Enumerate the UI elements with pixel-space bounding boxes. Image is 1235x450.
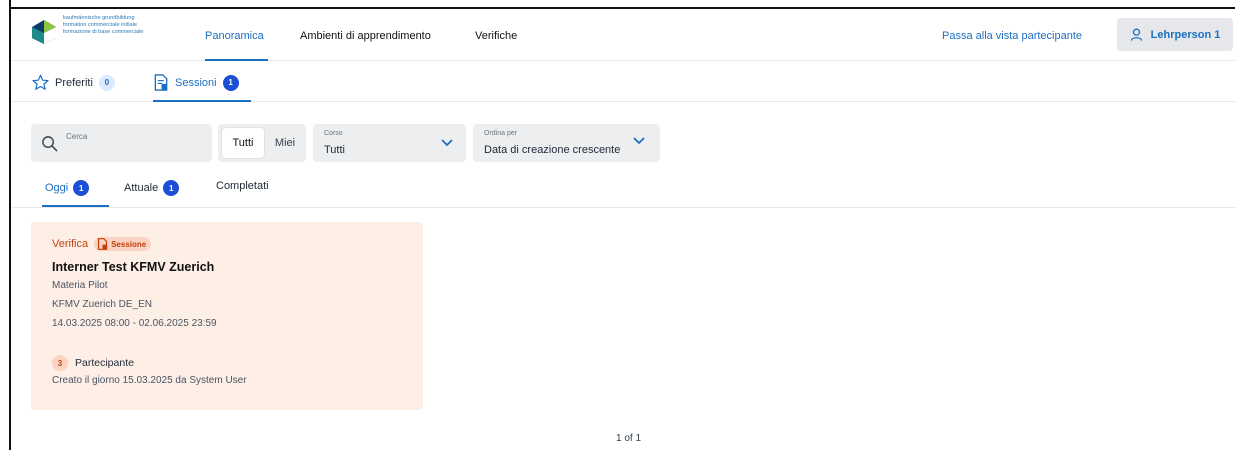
subnav-active-indicator — [153, 100, 251, 102]
top-navigation-bar: kaufmännische grundbildung formation com… — [11, 9, 1235, 61]
logo-text-line: formation commerciale initiale — [63, 21, 137, 28]
tab-sessioni-label: Sessioni — [175, 76, 217, 89]
nav-ambienti-di-apprendimento[interactable]: Ambienti di apprendimento — [300, 30, 431, 42]
favorites-count-badge: 0 — [98, 74, 115, 91]
course-select[interactable]: Corso Tutti — [313, 124, 466, 162]
card-created-info: Creato il giorno 15.03.2025 da System Us… — [52, 375, 247, 386]
sort-select-value: Data di creazione crescente — [484, 144, 621, 156]
tab-attuale-count: 1 — [163, 180, 180, 196]
chevron-down-icon — [633, 137, 645, 145]
card-class: KFMV Zuerich DE_EN — [52, 299, 153, 310]
tab-oggi-label: Oggi — [45, 182, 69, 194]
participants-label: Partecipante — [75, 357, 134, 369]
scope-option-mine[interactable]: Miei — [268, 128, 302, 158]
nav-verifiche[interactable]: Verifiche — [475, 30, 517, 42]
card-type-row: Verifica Sessione — [52, 237, 152, 251]
tab-attuale[interactable]: Attuale 1 — [124, 180, 180, 196]
secondary-navigation-bar: Preferiti 0 Sessioni 1 — [11, 62, 1235, 102]
tab-oggi-count: 1 — [73, 180, 90, 196]
tab-active-indicator — [42, 205, 109, 207]
sort-select-label: Ordina per — [484, 130, 518, 137]
card-subject: Materia Pilot — [52, 280, 108, 291]
session-badge-label: Sessione — [111, 239, 147, 249]
nav-panoramica[interactable]: Panoramica — [205, 30, 264, 42]
scope-toggle: Tutti Miei — [218, 124, 306, 162]
session-badge: Sessione — [94, 237, 152, 251]
course-select-value: Tutti — [324, 144, 345, 156]
nav-active-indicator — [205, 59, 268, 61]
participants-count-badge: 3 — [52, 355, 68, 371]
card-type-label: Verifica — [52, 238, 89, 250]
chevron-down-icon — [441, 139, 453, 147]
tab-sessioni[interactable]: Sessioni 1 — [153, 74, 239, 91]
search-input[interactable]: Cerca — [31, 124, 212, 162]
logo-text: kaufmännische grundbildung formation com… — [63, 15, 144, 35]
logo-icon[interactable] — [31, 19, 57, 45]
document-icon — [154, 74, 168, 91]
logo-text-line: kaufmännische grundbildung — [63, 15, 135, 21]
scope-option-all[interactable]: Tutti — [222, 128, 264, 158]
document-icon — [97, 238, 108, 250]
tab-completati[interactable]: Completati — [216, 180, 269, 192]
user-icon — [1130, 28, 1142, 41]
search-icon — [42, 136, 58, 152]
switch-to-participant-view-link[interactable]: Passa alla vista partecipante — [942, 30, 1082, 42]
tab-attuale-label: Attuale — [124, 182, 159, 194]
card-period: 14.03.2025 08:00 - 02.06.2025 23:59 — [52, 318, 217, 329]
star-icon — [32, 74, 49, 90]
tab-preferiti[interactable]: Preferiti 0 — [32, 74, 115, 91]
user-menu-button[interactable]: Lehrperson 1 — [1117, 18, 1233, 51]
search-placeholder: Cerca — [66, 132, 88, 141]
status-tabs: Oggi 1 Attuale 1 Completati — [11, 172, 1235, 208]
sort-select[interactable]: Ordina per Data di creazione crescente — [473, 124, 660, 162]
course-select-label: Corso — [324, 130, 343, 137]
pagination-info: 1 of 1 — [616, 433, 642, 444]
tab-oggi[interactable]: Oggi 1 — [45, 180, 90, 196]
card-title: Interner Test KFMV Zuerich — [52, 260, 215, 274]
sessions-count-badge: 1 — [222, 74, 239, 91]
session-card[interactable]: Verifica Sessione Interner Test KFMV Zue… — [31, 222, 423, 410]
tab-completati-label: Completati — [216, 180, 269, 192]
user-name: Lehrperson 1 — [1150, 28, 1221, 41]
logo-text-line: formazione di base commerciale — [63, 28, 144, 35]
tab-preferiti-label: Preferiti — [55, 76, 93, 89]
participants-row: 3 Partecipante — [52, 355, 134, 371]
